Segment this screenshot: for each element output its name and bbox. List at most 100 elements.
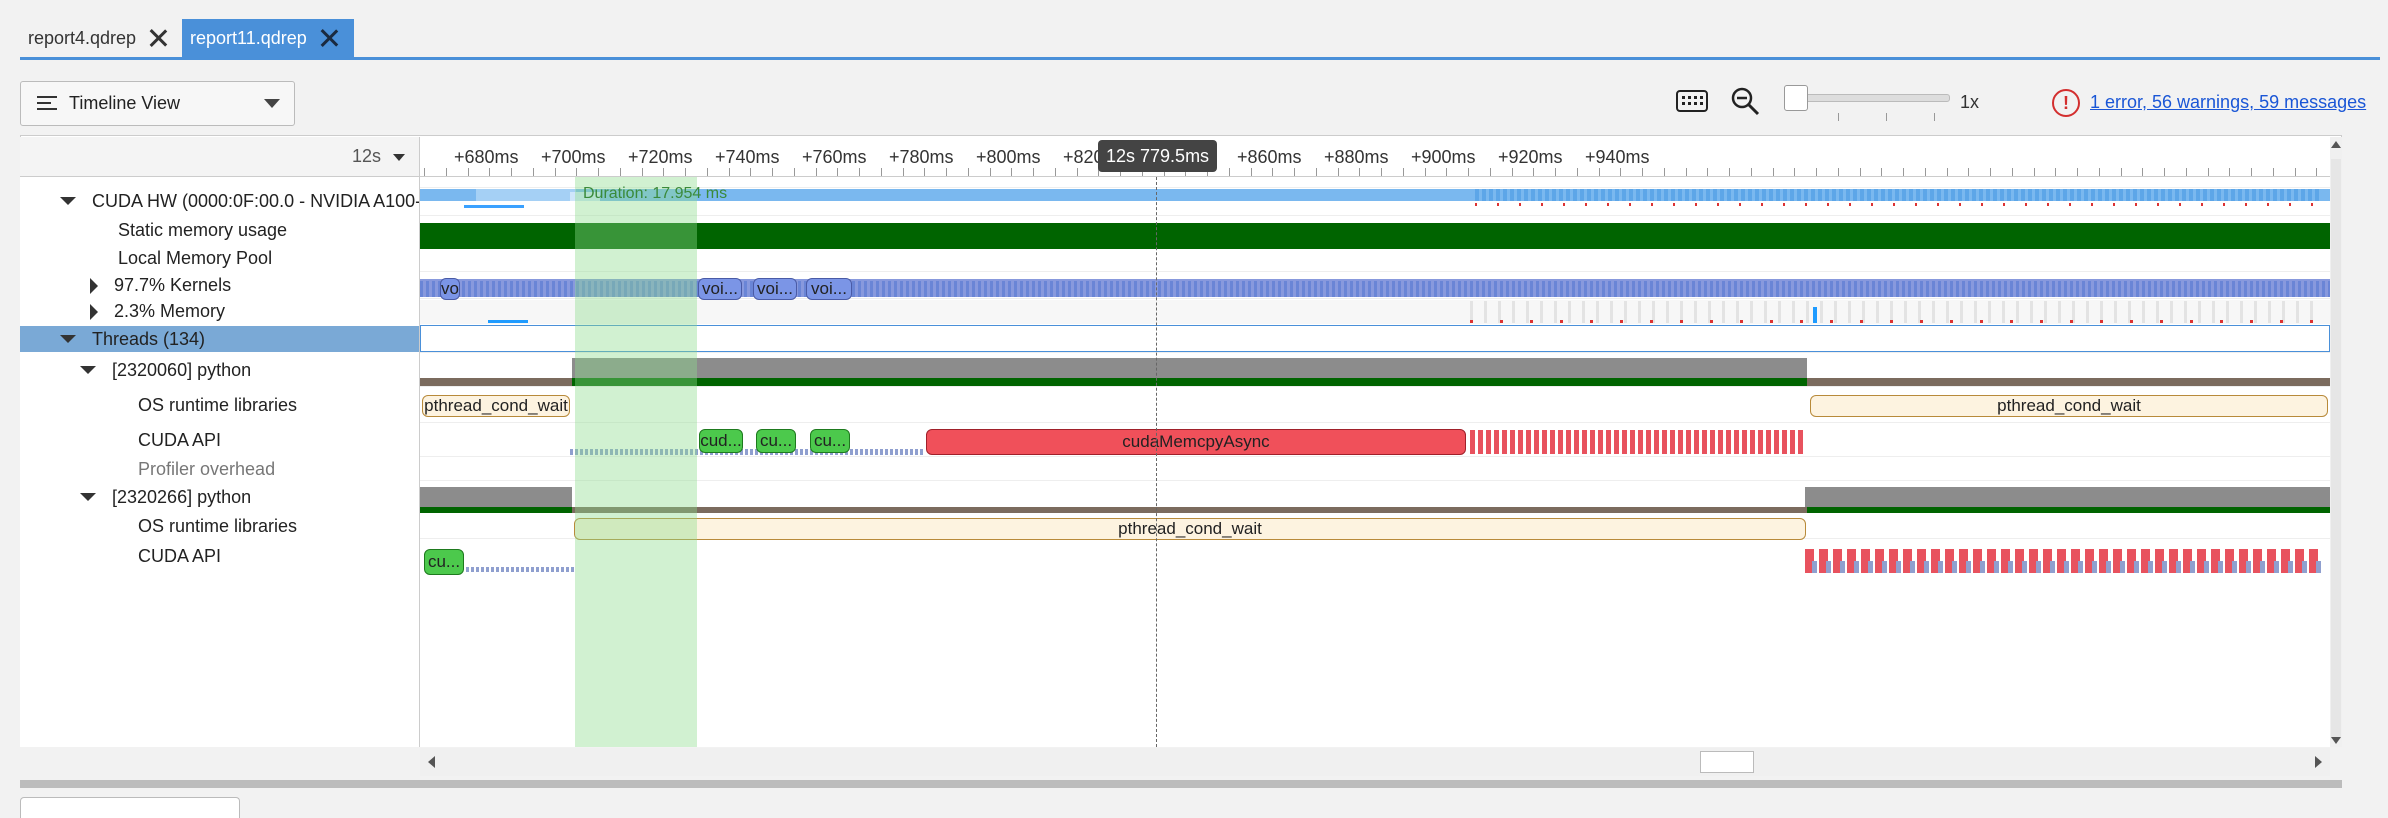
scroll-up-icon[interactable] — [2331, 141, 2341, 148]
row-os-runtime-2[interactable]: OS runtime libraries — [20, 513, 419, 539]
row-cuda-api-2[interactable]: CUDA API — [20, 539, 419, 573]
ruler-tick-mark — [1555, 168, 1556, 176]
time-unit[interactable]: 12s — [352, 146, 381, 167]
row-os-runtime-1[interactable]: OS runtime libraries — [20, 387, 419, 423]
timeline-tracks[interactable]: voi... voi... voi... voi... pthread_cond_wai… — [420, 177, 2330, 747]
bottom-pane-tab[interactable] — [20, 797, 240, 818]
cuda-hw-activity — [1601, 189, 1605, 201]
row-threads[interactable]: Threads (134) — [20, 326, 419, 352]
cuda-hw-activity — [1650, 189, 1654, 201]
row-thread-2320060[interactable]: [2320060] python — [20, 353, 419, 387]
row-separator — [420, 271, 2330, 272]
memory-bar — [1638, 301, 1641, 323]
cuda-api-event[interactable]: cu... — [424, 549, 464, 575]
api-activity — [2288, 561, 2293, 573]
slider-handle[interactable] — [1784, 85, 1808, 111]
row-profiler-overhead[interactable]: Profiler overhead — [20, 457, 419, 481]
kernel-event[interactable]: voi... — [806, 278, 852, 300]
row-cuda-api-1[interactable]: CUDA API — [20, 423, 419, 457]
api-activity — [1558, 430, 1563, 454]
tab-report4[interactable]: report4.qdrep — [20, 19, 180, 57]
keyboard-icon[interactable] — [1676, 90, 1708, 112]
kernel-bar — [1236, 281, 1239, 297]
row-memory[interactable]: 2.3% Memory — [20, 299, 419, 324]
row-label: Threads (134) — [92, 328, 206, 349]
tab-report11[interactable]: report11.qdrep — [182, 19, 354, 57]
cuda-memcpy-event[interactable]: cudaMemcpyAsync — [926, 429, 1466, 455]
kernel-bar — [1926, 281, 1929, 297]
collapse-icon[interactable] — [80, 493, 96, 501]
kernel-bar — [480, 281, 483, 297]
collapse-icon[interactable] — [60, 335, 76, 343]
view-selector-label: Timeline View — [69, 93, 181, 113]
diagnostics-link[interactable]: 1 error, 56 warnings, 59 messages — [2090, 92, 2366, 113]
row-local-memory-pool[interactable]: Local Memory Pool — [20, 244, 419, 272]
zoom-slider[interactable] — [1780, 85, 1955, 125]
kernel-bar — [906, 281, 909, 297]
scroll-down-icon[interactable] — [2331, 737, 2341, 744]
cuda-hw-activity — [2266, 189, 2270, 201]
horizontal-scrollbar[interactable] — [420, 748, 2330, 776]
row-cuda-hw[interactable]: CUDA HW (0000:0F:00.0 - NVIDIA A100-SXM4 — [20, 188, 419, 214]
api-activity — [2022, 561, 2027, 573]
api-activity — [865, 449, 868, 455]
kernel-bar — [1722, 281, 1725, 297]
api-activity — [481, 567, 484, 572]
ruler-tick-mark — [1750, 168, 1752, 176]
memory-marker — [2250, 320, 2253, 323]
kernel-bar — [1386, 281, 1389, 297]
kernel-bar — [1392, 281, 1395, 297]
vertical-scrollbar[interactable] — [2330, 137, 2342, 747]
kernel-bar — [1284, 281, 1287, 297]
cuda-hw-activity — [1818, 189, 1822, 201]
cuda-api-event[interactable]: cu... — [756, 429, 796, 453]
scroll-right-icon[interactable] — [2315, 756, 2322, 768]
time-ruler[interactable]: +680ms +700ms +720ms +740ms +760ms +780ms +800… — [420, 137, 2330, 177]
kernel-bar — [1470, 281, 1473, 297]
cuda-hw-marker — [2267, 203, 2269, 206]
row-thread-2320266[interactable]: [2320266] python — [20, 481, 419, 513]
kernel-event[interactable]: voi... — [440, 278, 460, 300]
view-selector-dropdown[interactable]: Timeline View — [20, 81, 295, 126]
memory-bar — [1512, 301, 1515, 323]
memory-bar — [1722, 301, 1725, 323]
close-icon[interactable] — [319, 28, 339, 48]
collapse-icon[interactable] — [60, 197, 76, 205]
kernel-bar — [1524, 281, 1527, 297]
cuda-hw-marker — [1981, 203, 1983, 206]
expand-icon[interactable] — [90, 277, 98, 294]
scroll-thumb[interactable] — [2331, 159, 2341, 739]
row-static-memory[interactable]: Static memory usage — [20, 216, 419, 244]
kernel-bar — [534, 281, 537, 297]
kernel-bar — [1278, 281, 1281, 297]
kernel-bar — [1638, 281, 1641, 297]
row-kernels[interactable]: 97.7% Kernels — [20, 272, 419, 299]
cuda-api-event[interactable]: cu... — [810, 429, 850, 453]
ruler-tick-mark — [793, 168, 795, 176]
cuda-hw-activity — [1776, 189, 1780, 201]
close-icon[interactable] — [148, 28, 168, 48]
zoom-out-icon[interactable] — [1730, 86, 1760, 116]
expand-icon[interactable] — [90, 303, 98, 320]
cuda-hw-activity — [1958, 189, 1962, 201]
pthread-event[interactable]: pthread_cond_wait — [574, 518, 1806, 540]
kernel-bar — [930, 281, 933, 297]
scroll-left-icon[interactable] — [428, 756, 435, 768]
kernel-bar — [1788, 281, 1791, 297]
horizontal-scroll-thumb[interactable] — [1700, 751, 1754, 773]
cuda-hw-activity — [2161, 189, 2165, 201]
panel-splitter[interactable] — [20, 780, 2342, 788]
ruler-tick-label: +700ms — [541, 147, 606, 167]
cuda-hw-activity — [1517, 189, 1521, 201]
kernel-event[interactable]: voi... — [698, 278, 742, 300]
kernel-bar — [1596, 281, 1599, 297]
cuda-api-event[interactable]: cud... — [699, 429, 743, 453]
pthread-event[interactable]: pthread_cond_wait — [422, 395, 570, 417]
cuda-hw-activity — [2231, 189, 2235, 201]
ruler-tick-mark — [2229, 168, 2231, 176]
pthread-event[interactable]: pthread_cond_wait — [1810, 395, 2328, 417]
collapse-icon[interactable] — [80, 366, 96, 374]
kernel-bar — [1212, 281, 1215, 297]
chevron-down-icon[interactable] — [393, 154, 405, 161]
kernel-event[interactable]: voi... — [753, 278, 797, 300]
